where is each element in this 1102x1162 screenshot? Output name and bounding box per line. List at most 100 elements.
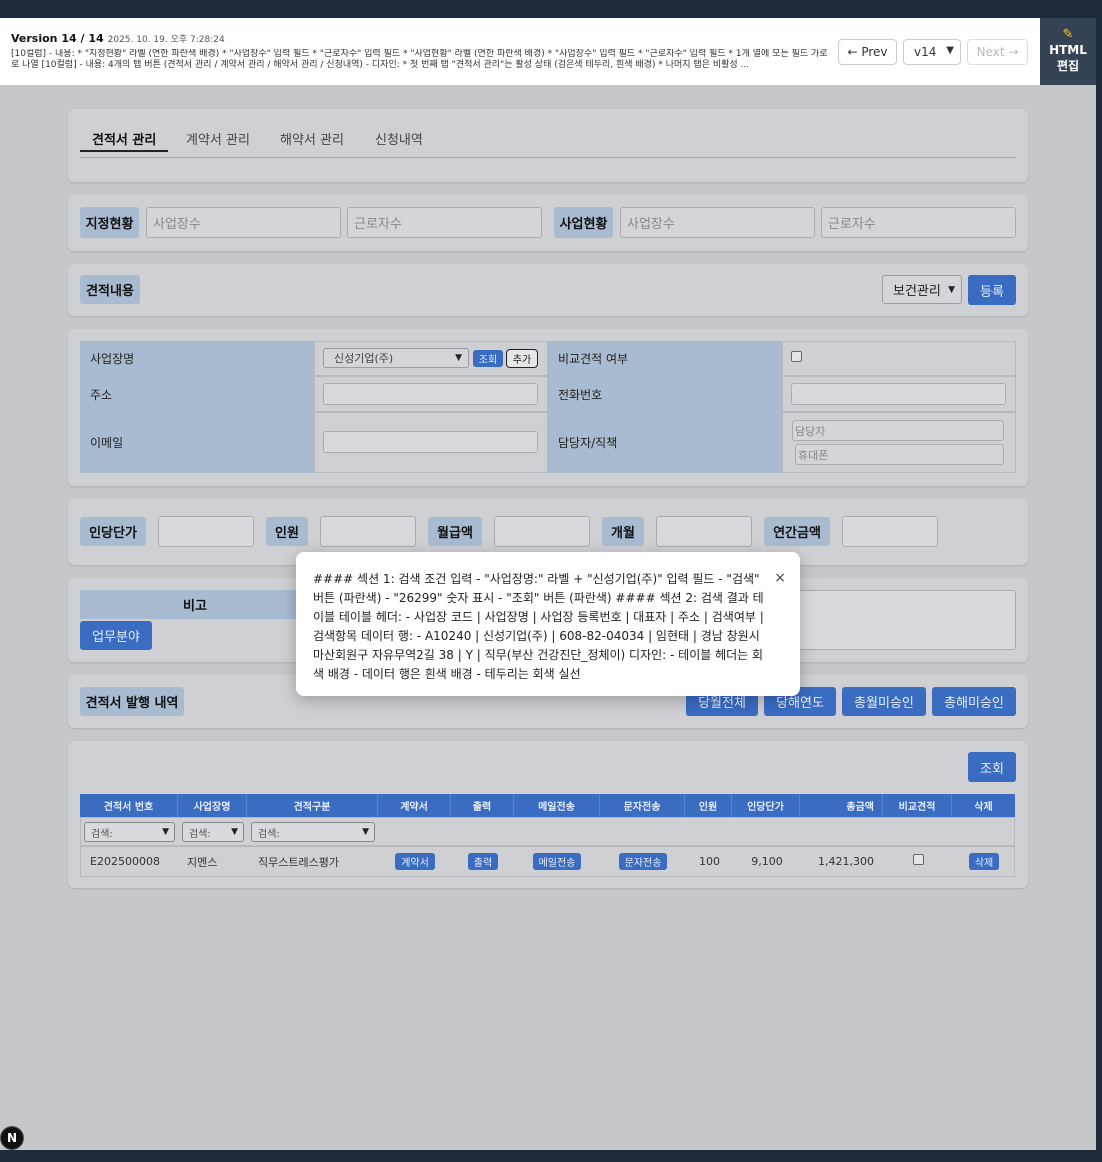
- months-label: 개월: [602, 517, 644, 546]
- prev-button[interactable]: ← Prev: [838, 39, 897, 65]
- headcount-input[interactable]: [320, 516, 416, 547]
- cell-total: 1,421,300: [818, 855, 874, 868]
- th-number: 견적서 번호: [80, 794, 178, 817]
- phone-label: 전화번호: [548, 376, 782, 412]
- email-input[interactable]: [323, 431, 538, 453]
- th-print: 출력: [451, 794, 514, 817]
- filter-site-select[interactable]: 검색: ▼: [182, 822, 244, 842]
- site-name-label: 사업장명: [80, 341, 314, 376]
- html-edit-label: HTML: [1049, 43, 1087, 57]
- table-filter-row: 검색: ▼ 검색: ▼ 검색: ▼: [80, 817, 1015, 846]
- history-label: 견적서 발행 내역: [80, 687, 184, 716]
- register-button[interactable]: 등록: [968, 275, 1016, 305]
- filter-number-select[interactable]: 검색: ▼: [84, 822, 175, 842]
- table-lookup-button[interactable]: 조회: [968, 752, 1016, 782]
- th-contract: 계약서: [378, 794, 451, 817]
- designation-label: 지정현황: [80, 207, 139, 238]
- compare-label: 비교견적 여부: [548, 341, 782, 376]
- manager-input[interactable]: 담당자: [792, 420, 1004, 441]
- category-select-value: 보건관리: [893, 284, 941, 299]
- mail-button[interactable]: 메일전송: [533, 853, 581, 870]
- tab-divider: [80, 157, 1016, 158]
- row-compare-checkbox[interactable]: [913, 854, 924, 865]
- n-logo-icon[interactable]: N: [0, 1126, 24, 1150]
- active-tab-indicator: [80, 150, 168, 152]
- chevron-down-icon: ▼: [946, 45, 954, 56]
- th-type: 견적구분: [247, 794, 378, 817]
- monthly-input[interactable]: [494, 516, 590, 547]
- monthly-label: 월급액: [428, 517, 482, 546]
- filter-type-value: 검색:: [258, 828, 280, 840]
- annual-label: 연간금액: [764, 517, 830, 546]
- site-lookup-button[interactable]: 조회: [473, 350, 503, 367]
- chevron-down-icon: ▼: [231, 827, 238, 837]
- designation-sites-input[interactable]: 사업장수: [146, 207, 341, 238]
- year-unapproved-button[interactable]: 총해미승인: [932, 687, 1016, 716]
- site-name-select[interactable]: 신성기업(주) ▼: [323, 348, 469, 368]
- business-sites-input[interactable]: 사업장수: [620, 207, 815, 238]
- mobile-input[interactable]: 휴대폰: [795, 444, 1004, 465]
- address-input[interactable]: [323, 383, 538, 405]
- sms-button[interactable]: 문자전송: [619, 853, 667, 870]
- th-delete: 삭제: [974, 802, 993, 813]
- phone-input[interactable]: [791, 383, 1006, 405]
- html-edit-button[interactable]: ✎ HTML 편집: [1040, 18, 1096, 85]
- month-unapproved-button[interactable]: 총월미승인: [842, 687, 926, 716]
- print-button[interactable]: 출력: [468, 853, 498, 870]
- months-input[interactable]: [656, 516, 752, 547]
- th-headcount: 인원: [685, 794, 732, 817]
- modal-text: #### 섹션 1: 검색 조건 입력 - "사업장명:" 라벨 + "신성기업…: [313, 572, 764, 681]
- version-bar: Version 14 / 14 2025. 10. 19. 오후 7:28:24 …: [0, 18, 1040, 85]
- th-total: 총금액: [800, 794, 883, 817]
- table-header: 견적서 번호 사업장명 견적구분 계약서 출력 메일전송 문자전송 인원 인당단…: [80, 794, 1015, 817]
- chevron-down-icon: ▼: [455, 353, 462, 363]
- cell-headcount: 100: [699, 855, 720, 868]
- address-label: 주소: [80, 376, 314, 412]
- close-icon[interactable]: ×: [774, 570, 786, 586]
- work-area-button[interactable]: 업무분야: [80, 621, 152, 650]
- version-select[interactable]: v14 ▼: [903, 39, 961, 65]
- compare-checkbox[interactable]: [791, 351, 802, 362]
- category-select[interactable]: 보건관리 ▼: [882, 275, 962, 304]
- unit-price-input[interactable]: [158, 516, 254, 547]
- info-modal: #### 섹션 1: 검색 조건 입력 - "사업장명:" 라벨 + "신성기업…: [296, 552, 800, 696]
- th-compare: 비교견적: [883, 794, 952, 817]
- cell-unit-price: 9,100: [751, 855, 783, 868]
- th-sms: 문자전송: [600, 794, 685, 817]
- compare-cell: [782, 341, 1016, 376]
- email-label: 이메일: [80, 412, 314, 473]
- site-name-value: 신성기업(주): [334, 352, 394, 365]
- business-workers-input[interactable]: 근로자수: [821, 207, 1016, 238]
- cell-site: 지멘스: [187, 855, 218, 869]
- th-unit-price: 인당단가: [732, 794, 800, 817]
- th-mail: 메일전송: [514, 794, 600, 817]
- chevron-down-icon: ▼: [162, 827, 169, 837]
- version-description: [10컬럼] - 내용: * "지정현황" 라벨 (연한 파란색 배경) * "…: [11, 49, 828, 70]
- cell-type: 직무스트레스평가: [258, 855, 339, 869]
- tab-termination[interactable]: 해약서 관리: [280, 129, 344, 148]
- filter-number-value: 검색:: [91, 828, 113, 840]
- remarks-label: 비고: [80, 590, 310, 619]
- tab-estimate[interactable]: 견적서 관리: [92, 129, 156, 148]
- business-label: 사업현황: [554, 207, 613, 238]
- next-button[interactable]: Next →: [967, 39, 1028, 65]
- filter-site-value: 검색:: [189, 828, 211, 840]
- contract-button[interactable]: 계약서: [395, 853, 435, 870]
- estimate-label: 견적내용: [80, 275, 140, 304]
- tab-applications[interactable]: 신청내역: [375, 129, 423, 148]
- filter-type-select[interactable]: 검색: ▼: [251, 822, 375, 842]
- annual-input[interactable]: [842, 516, 938, 547]
- pencil-icon: ✎: [1062, 27, 1074, 42]
- headcount-label: 인원: [266, 517, 308, 546]
- tab-contract[interactable]: 계약서 관리: [186, 129, 250, 148]
- site-add-button[interactable]: 추가: [506, 349, 538, 368]
- version-title: Version 14 / 14 2025. 10. 19. 오후 7:28:24: [11, 32, 225, 45]
- chevron-down-icon: ▼: [362, 827, 369, 837]
- designation-workers-input[interactable]: 근로자수: [347, 207, 542, 238]
- cell-number: E202500008: [90, 855, 160, 868]
- table-row: E202500008 지멘스 직무스트레스평가 계약서 출력 메일전송 문자전송…: [80, 846, 1015, 877]
- delete-button[interactable]: 삭제: [969, 853, 999, 870]
- version-date: 2025. 10. 19. 오후 7:28:24: [107, 35, 225, 45]
- manager-label: 담당자/직책: [548, 412, 782, 473]
- version-select-value: v14: [914, 45, 937, 59]
